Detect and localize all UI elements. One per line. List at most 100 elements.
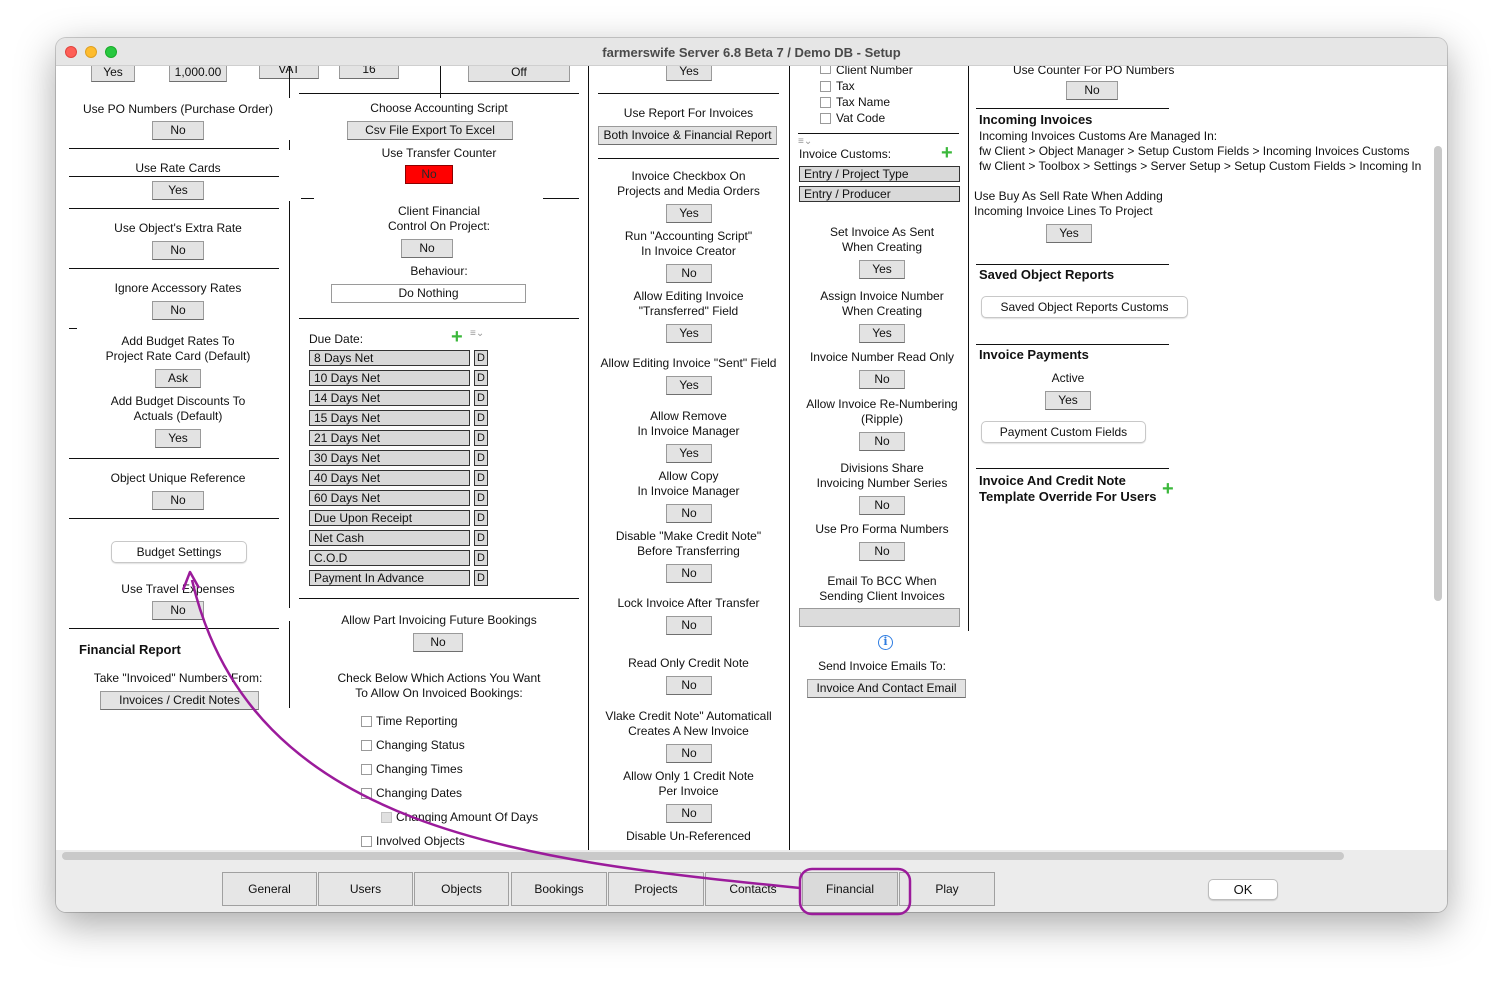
due-date-default-marker[interactable]: D [474,490,488,506]
invoice-checkbox-button[interactable]: Yes [666,204,712,223]
action-checkbox[interactable] [361,716,372,727]
saved-object-reports-customs-button[interactable]: Saved Object Reports Customs [981,296,1188,318]
tab-contacts[interactable]: Contacts [705,872,801,906]
top-yes-button[interactable]: Yes [91,66,135,82]
due-date-default-marker[interactable]: D [474,390,488,406]
due-date-default-marker[interactable]: D [474,510,488,526]
tab-projects[interactable]: Projects [608,872,704,906]
use-report-for-invoices-button[interactable]: Both Invoice & Financial Report [598,126,777,145]
sort-icon[interactable]: ≡⌄ [470,329,484,339]
allow-editing-transferred-button[interactable]: Yes [666,324,712,343]
invoice-field-checkbox[interactable] [820,113,831,124]
invoice-number-read-only-button[interactable]: No [859,370,905,389]
due-date-item[interactable]: C.O.D [309,550,470,566]
action-checkbox[interactable] [361,764,372,775]
add-due-date-plus-icon[interactable]: + [451,327,463,347]
email-bcc-field[interactable] [799,608,960,627]
tab-users[interactable]: Users [318,872,413,906]
due-date-default-marker[interactable]: D [474,410,488,426]
add-template-override-plus-icon[interactable]: + [1162,479,1174,499]
allow-copy-button[interactable]: No [666,504,712,523]
add-budget-rates-button[interactable]: Ask [155,369,201,388]
due-date-item[interactable]: Due Upon Receipt [309,510,470,526]
due-date-default-marker[interactable]: D [474,370,488,386]
use-transfer-counter-button[interactable]: No [405,165,453,184]
allow-renumbering-button[interactable]: No [859,432,905,451]
due-date-item[interactable]: Net Cash [309,530,470,546]
due-date-default-marker[interactable]: D [474,470,488,486]
disable-make-credit-button[interactable]: No [666,564,712,583]
allow-remove-button[interactable]: Yes [666,444,712,463]
customs-sort-icon[interactable]: ≡⌄ [798,137,812,147]
due-date-item[interactable]: 10 Days Net [309,370,470,386]
due-date-item[interactable]: 8 Days Net [309,350,470,366]
tab-financial[interactable]: Financial [802,872,898,906]
due-date-item[interactable]: Payment In Advance [309,570,470,586]
due-date-default-marker[interactable]: D [474,530,488,546]
active-button[interactable]: Yes [1045,391,1091,410]
tab-general[interactable]: General [222,872,317,906]
client-number-checkbox[interactable] [820,66,831,74]
use-objects-extra-rate-button[interactable]: No [152,241,204,260]
ignore-accessory-rates-button[interactable]: No [152,301,204,320]
tab-play[interactable]: Play [899,872,995,906]
invoice-custom-item[interactable]: Entry / Project Type [799,166,960,182]
incoming-invoices-heading: Incoming Invoices [979,112,1093,127]
due-date-default-marker[interactable]: D [474,450,488,466]
invoice-field-checkbox[interactable] [820,97,831,108]
due-date-item[interactable]: 40 Days Net [309,470,470,486]
due-date-default-marker[interactable]: D [474,550,488,566]
take-invoiced-numbers-label: Take "Invoiced" Numbers From: [93,671,263,685]
action-checkbox[interactable] [361,788,372,799]
budget-settings-button[interactable]: Budget Settings [111,541,247,563]
assign-invoice-number-button[interactable]: Yes [859,324,905,343]
invoice-field-checkbox[interactable] [820,81,831,92]
invoice-custom-item[interactable]: Entry / Producer [799,186,960,202]
off-button[interactable]: Off [468,66,570,82]
due-date-item[interactable]: 30 Days Net [309,450,470,466]
divisions-share-button[interactable]: No [859,496,905,515]
use-po-numbers-button[interactable]: No [152,121,204,140]
allow-part-invoicing-button[interactable]: No [413,633,463,652]
horizontal-scrollbar[interactable] [62,852,1344,860]
send-invoice-emails-button[interactable]: Invoice And Contact Email [807,679,966,698]
client-financial-button[interactable]: No [401,239,453,258]
add-budget-discounts-button[interactable]: Yes [155,429,201,448]
due-date-item[interactable]: 14 Days Net [309,390,470,406]
ok-button[interactable]: OK [1208,879,1278,900]
payment-custom-fields-button[interactable]: Payment Custom Fields [981,421,1146,443]
due-date-default-marker[interactable]: D [474,350,488,366]
accounting-script-button[interactable]: Csv File Export To Excel [347,121,513,140]
run-accounting-button[interactable]: No [666,264,712,283]
read-only-credit-button[interactable]: No [666,676,712,695]
tab-objects[interactable]: Objects [414,872,509,906]
due-date-default-marker[interactable]: D [474,430,488,446]
due-date-item[interactable]: 21 Days Net [309,430,470,446]
allow-only-one-button[interactable]: No [666,804,712,823]
due-date-default-marker[interactable]: D [474,570,488,586]
make-credit-auto-button[interactable]: No [666,744,712,763]
top-yes2-button[interactable]: Yes [666,66,712,81]
allow-editing-sent-button[interactable]: Yes [666,376,712,395]
take-invoiced-numbers-button[interactable]: Invoices / Credit Notes [100,691,259,710]
use-buy-as-sell-button[interactable]: Yes [1046,224,1092,243]
due-date-item[interactable]: 15 Days Net [309,410,470,426]
set-invoice-sent-button[interactable]: Yes [859,260,905,279]
add-invoice-custom-plus-icon[interactable]: + [941,143,953,163]
action-checkbox[interactable] [381,812,392,823]
use-rate-cards-button[interactable]: Yes [152,181,204,200]
vat-value-button[interactable]: 16 [339,66,399,79]
tab-bookings[interactable]: Bookings [511,872,607,906]
use-pro-forma-button[interactable]: No [859,542,905,561]
object-unique-reference-button[interactable]: No [152,491,204,510]
lock-invoice-button[interactable]: No [666,616,712,635]
due-date-item[interactable]: 60 Days Net [309,490,470,506]
action-checkbox[interactable] [361,740,372,751]
behaviour-field[interactable]: Do Nothing [331,284,526,303]
vertical-scrollbar[interactable] [1434,146,1442,601]
use-travel-expenses-button[interactable]: No [152,601,204,620]
info-icon[interactable]: i [878,635,893,650]
use-counter-po-button[interactable]: No [1066,81,1118,100]
action-checkbox[interactable] [361,836,372,847]
top-amount-field[interactable]: 1,000.00 [169,66,227,82]
